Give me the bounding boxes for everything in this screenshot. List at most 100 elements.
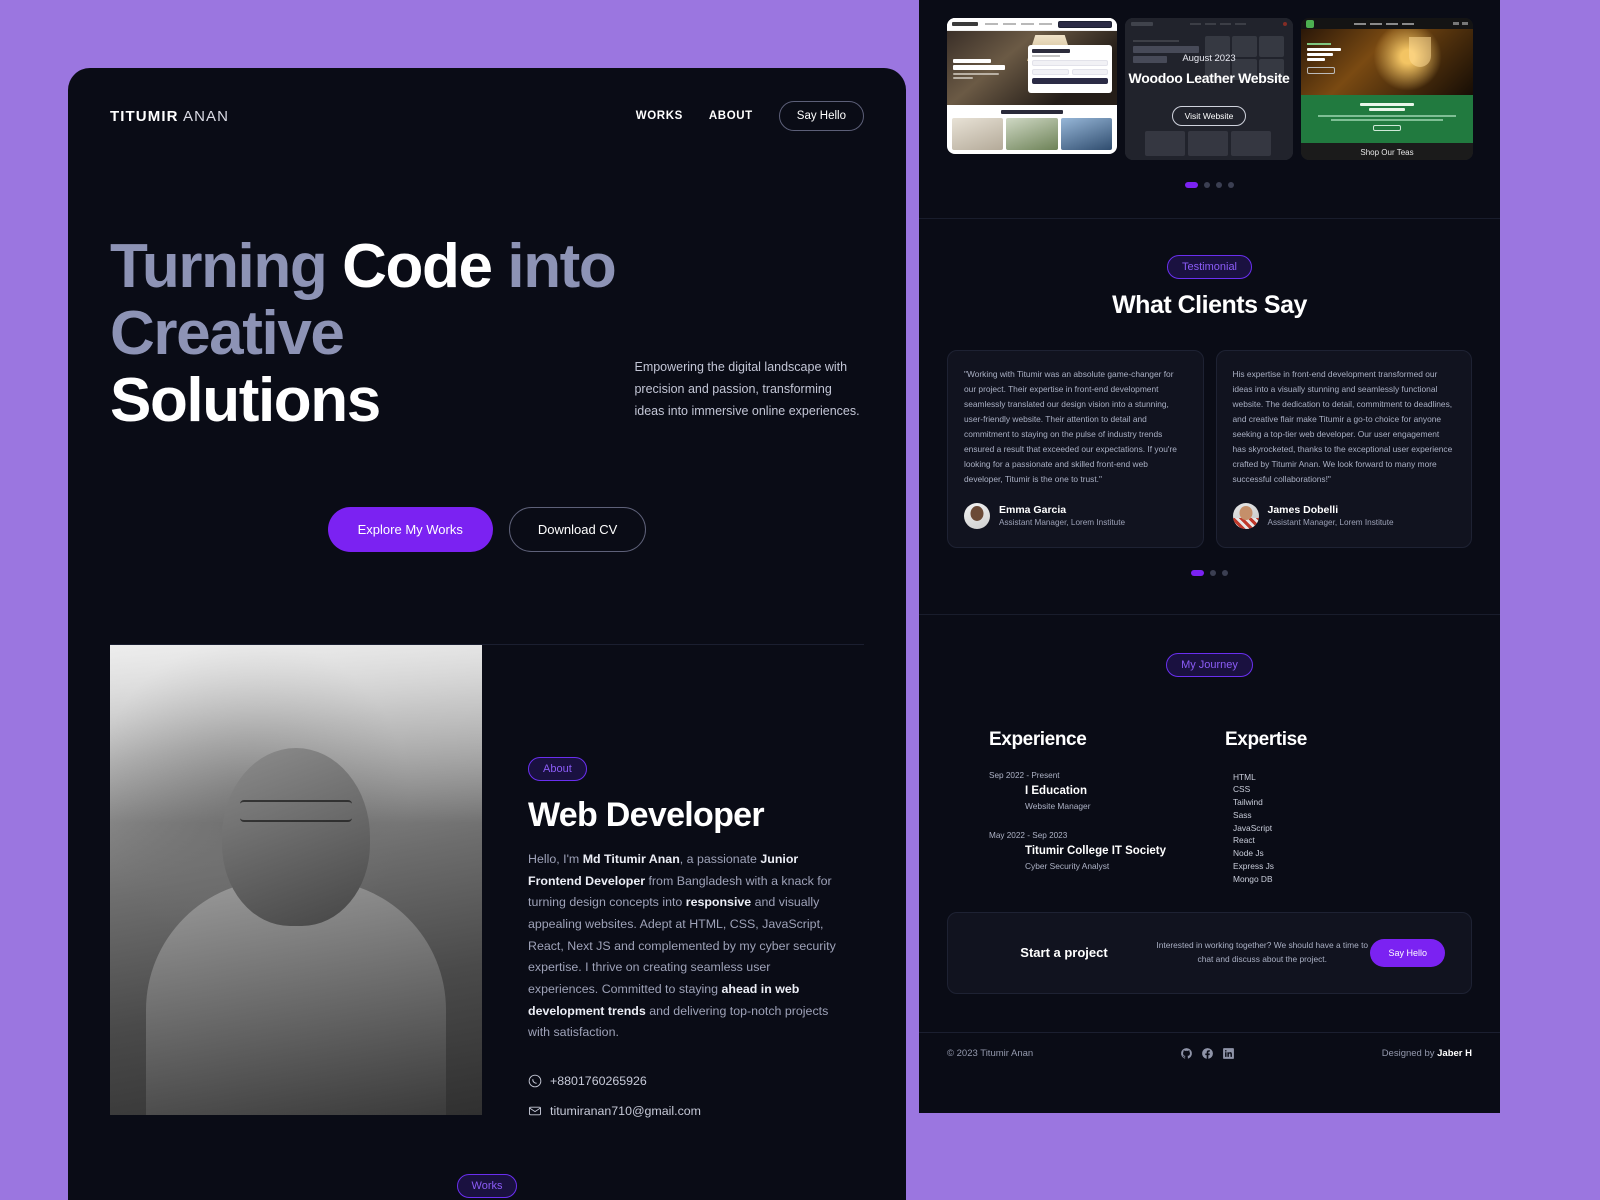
testimonial-role: Assistant Manager, Lorem Institute <box>999 518 1126 528</box>
journey-badge: My Journey <box>1166 652 1253 677</box>
about-section: About Web Developer Hello, I'm Md Titumi… <box>68 644 906 1118</box>
portfolio-left-panel: TITUMIR ANAN WORKS ABOUT Say Hello Turni… <box>68 68 906 1200</box>
envelope-icon <box>528 1106 542 1116</box>
hero-subtitle: Empowering the digital landscape with pr… <box>634 360 860 418</box>
screenshot-lower <box>947 105 1117 154</box>
testimonial-carousel-dots[interactable] <box>919 569 1500 576</box>
nav-link-about[interactable]: ABOUT <box>709 110 753 122</box>
project-card-tea-store[interactable]: Shop Our Teas <box>1301 18 1473 160</box>
footer-copyright: © 2023 Titumir Anan <box>947 1048 1034 1060</box>
about-portrait-photo <box>110 644 482 1115</box>
experience-role: Cyber Security Analyst <box>1025 860 1110 871</box>
start-project-card: Start a project Interested in working to… <box>947 911 1472 994</box>
say-hello-cta-button[interactable]: Say Hello <box>1370 938 1445 967</box>
about-badge: About <box>528 756 587 781</box>
nav-link-works[interactable]: WORKS <box>636 110 683 122</box>
github-icon[interactable] <box>1180 1047 1193 1060</box>
tea-shop-title: Shop Our Teas <box>1360 148 1414 157</box>
project-card-hotel-haven[interactable] <box>947 18 1117 154</box>
explore-my-works-button[interactable]: Explore My Works <box>327 506 493 552</box>
testimonial-dot-3[interactable] <box>1222 569 1228 576</box>
screenshot-hero-text <box>953 59 1005 79</box>
skill-item: CSS <box>1233 784 1251 795</box>
download-cv-button[interactable]: Download CV <box>508 506 647 552</box>
testimonial-card: "Working with Titumir was an absolute ga… <box>947 350 1204 548</box>
testimonial-name: James Dobelli <box>1267 504 1339 517</box>
top-navbar: TITUMIR ANAN WORKS ABOUT Say Hello <box>68 68 906 164</box>
portrait-head <box>222 748 370 927</box>
about-text-column: About Web Developer Hello, I'm Md Titumi… <box>482 645 864 1118</box>
hero-heading: Turning Code into <box>110 232 864 301</box>
experience-date: May 2022 - Sep 2023 <box>989 830 1068 840</box>
skill-item: Mongo DB <box>1233 873 1273 884</box>
footer-social-icons <box>1180 1047 1235 1060</box>
screenshot-hero <box>947 31 1117 105</box>
logo-bold: TITUMIR <box>110 107 179 125</box>
skill-item: Express Js <box>1233 860 1274 871</box>
contact-phone-row[interactable]: +8801760265926 <box>528 1074 864 1088</box>
testimonial-quote: "Working with Titumir was an absolute ga… <box>964 369 1177 484</box>
project-date: August 2023 <box>1182 52 1236 64</box>
avatar <box>1232 502 1259 529</box>
testimonial-cards: "Working with Titumir was an absolute ga… <box>919 350 1500 548</box>
screenshot-navbar <box>947 18 1117 31</box>
contact-email-row[interactable]: titumiranan710@gmail.com <box>528 1104 864 1118</box>
carousel-dot-3[interactable] <box>1216 182 1222 188</box>
tea-green-banner <box>1301 95 1473 143</box>
testimonial-badge: Testimonial <box>1166 255 1253 279</box>
about-body-text: Hello, I'm Md Titumir Anan, a passionate… <box>528 851 836 1040</box>
testimonial-author: Emma Garcia Assistant Manager, Lorem Ins… <box>964 487 1187 529</box>
screenshot-thumbs <box>952 118 1112 150</box>
testimonial-name: Emma Garcia <box>999 504 1067 517</box>
project-cards: August 2023 Woodoo Leather Website Visit… <box>919 18 1500 160</box>
carousel-dot-1[interactable] <box>1185 182 1198 188</box>
skill-item: React <box>1233 835 1255 846</box>
experience-org: Titumir College IT Society <box>1025 844 1167 857</box>
testimonial-role: Assistant Manager, Lorem Institute <box>1267 518 1394 528</box>
hero-line2-b: Solutions <box>110 365 381 435</box>
testimonials-section: Testimonial What Clients Say "Working wi… <box>919 219 1500 615</box>
visit-website-button[interactable]: Visit Website <box>1171 105 1247 126</box>
tea-store-screenshot: Shop Our Teas <box>1301 18 1473 160</box>
project-card-woodoo-leather[interactable]: August 2023 Woodoo Leather Website Visit… <box>1125 18 1293 160</box>
skill-item: Sass <box>1233 809 1252 820</box>
avatar <box>964 502 990 529</box>
skill-item: Tailwind <box>1233 797 1263 808</box>
say-hello-button[interactable]: Say Hello <box>778 101 864 131</box>
testimonial-dot-2[interactable] <box>1210 569 1216 576</box>
screenshot-logo <box>952 22 978 26</box>
tea-hero-image <box>1301 29 1473 95</box>
hero-buttons: Explore My Works Download CV <box>110 506 864 552</box>
experience-title: Experience <box>989 728 1087 750</box>
hero-line1-c: into <box>491 232 616 301</box>
works-section: Works Explore My Works <box>68 1118 906 1200</box>
projects-carousel-dots[interactable] <box>919 182 1500 188</box>
testimonials-title: What Clients Say <box>1112 291 1307 319</box>
carousel-dot-2[interactable] <box>1204 182 1210 188</box>
experience-date: Sep 2022 - Present <box>989 770 1060 780</box>
start-project-wrapper: Start a project Interested in working to… <box>919 911 1500 994</box>
expertise-title: Expertise <box>1225 728 1307 750</box>
skill-item: HTML <box>1233 771 1256 782</box>
page-root: TITUMIR ANAN WORKS ABOUT Say Hello Turni… <box>0 0 1600 1200</box>
logo-light: ANAN <box>178 107 230 125</box>
start-project-description: Interested in working together? We shoul… <box>1156 939 1369 964</box>
start-project-title: Start a project <box>1020 945 1108 961</box>
carousel-dot-4[interactable] <box>1228 182 1234 188</box>
screenshot-menu <box>984 22 1052 26</box>
hotel-haven-screenshot <box>947 18 1117 154</box>
footer-credit-prefix: Designed by <box>1381 1048 1438 1060</box>
linkedin-icon[interactable] <box>1222 1047 1235 1060</box>
site-logo[interactable]: TITUMIR ANAN <box>110 108 229 125</box>
experience-org: I Education <box>1025 784 1087 797</box>
facebook-icon[interactable] <box>1201 1047 1214 1060</box>
projects-carousel-section: August 2023 Woodoo Leather Website Visit… <box>919 0 1500 219</box>
testimonial-dot-1[interactable] <box>1191 569 1204 576</box>
experience-item: Sep 2022 - Present I Education Website M… <box>989 771 1225 811</box>
testimonial-card: His expertise in front-end development t… <box>1215 350 1472 548</box>
journey-columns: Experience Sep 2022 - Present I Educatio… <box>919 729 1500 886</box>
tea-navbar <box>1301 18 1473 29</box>
hero-line2-a: Creative <box>110 298 345 368</box>
journey-section: My Journey Experience Sep 2022 - Present… <box>919 615 1500 1105</box>
wine-glass-shape <box>1409 37 1431 67</box>
